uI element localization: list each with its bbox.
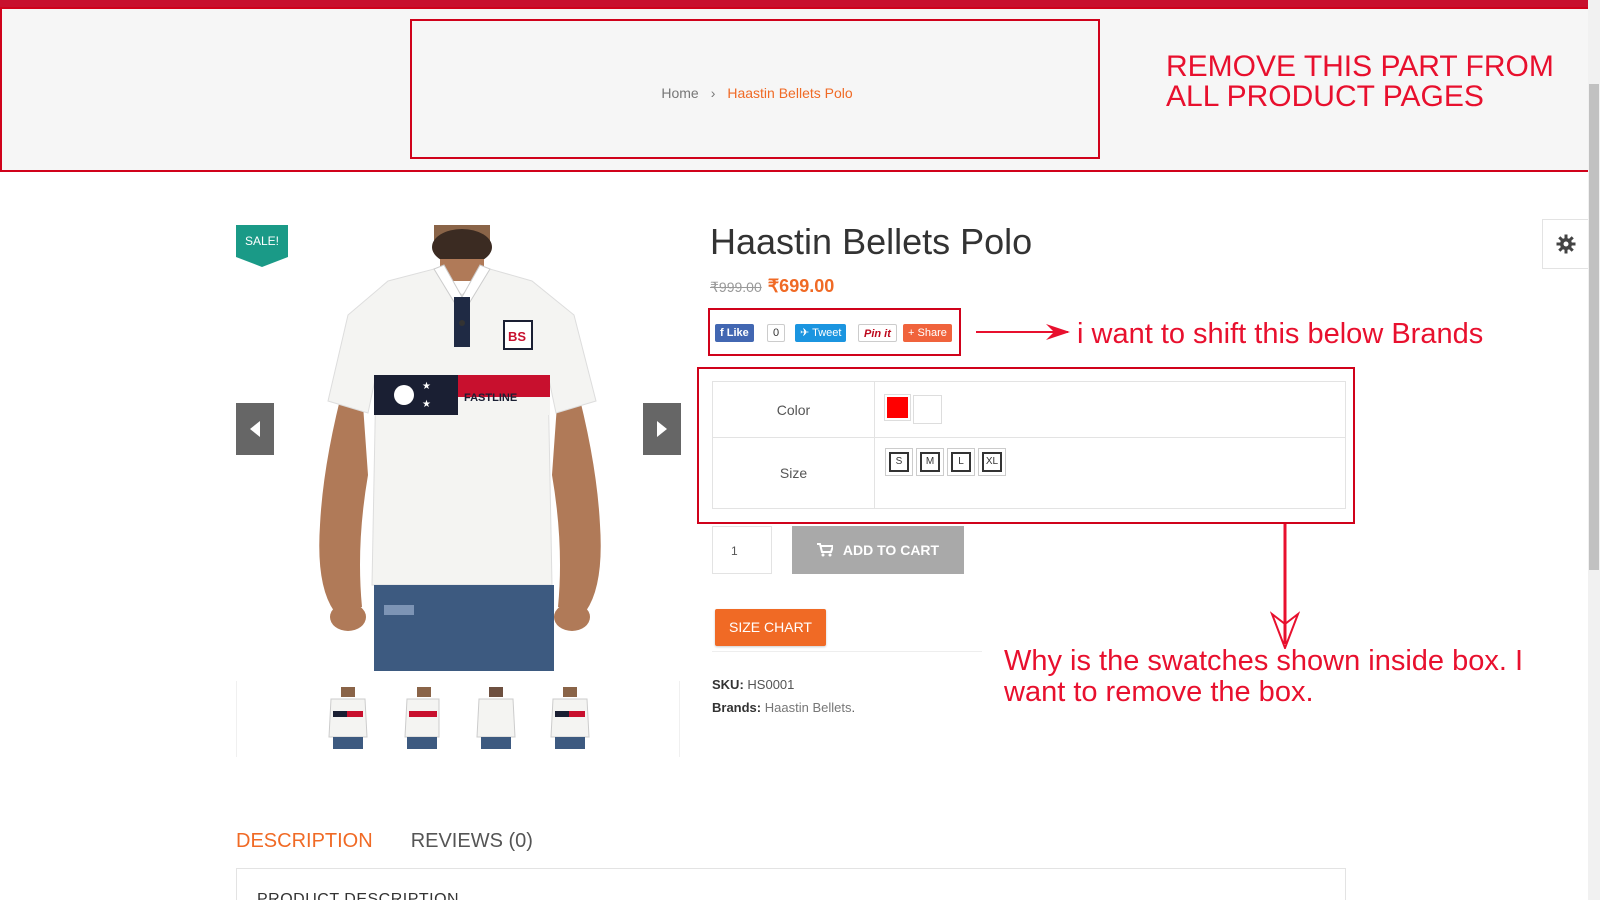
size-chart-button[interactable]: SIZE CHART (715, 609, 826, 646)
tweet-label: Tweet (812, 327, 842, 339)
price-regular: ₹999.00 (710, 279, 762, 295)
thumbnail[interactable] (547, 685, 593, 749)
product-price: ₹999.00 ₹699.00 (710, 276, 834, 297)
price-sale: ₹699.00 (767, 276, 835, 296)
breadcrumb-current: Haastin Bellets Polo (727, 85, 853, 101)
description-heading: PRODUCT DESCRIPTION (257, 891, 460, 900)
annotation-box-breadcrumb: Home › Haastin Bellets Polo (410, 19, 1100, 159)
product-main-image[interactable]: FASTLINE ★ ★ BS (304, 225, 616, 671)
size-swatch-label: M (920, 452, 940, 472)
chevron-left-icon (250, 421, 260, 437)
sale-badge-tip (236, 257, 288, 267)
annotation-shift-text: i want to shift this below Brands (1077, 318, 1484, 350)
svg-text:★: ★ (422, 399, 431, 410)
divider (712, 651, 982, 652)
thumbnail[interactable] (473, 685, 519, 749)
facebook-like-count: 0 (767, 324, 786, 342)
chevron-right-icon (657, 421, 667, 437)
product-meta: SKU: HS0001 Brands: Haastin Bellets. (712, 673, 855, 719)
tab-description[interactable]: DESCRIPTION (236, 830, 373, 852)
twitter-icon: ✈ (800, 327, 810, 339)
pinterest-pin-button[interactable]: Pin it (858, 324, 897, 342)
variation-row-color: Color (712, 381, 1346, 438)
brand-suffix: . (851, 700, 856, 715)
cart-icon (816, 543, 833, 557)
gallery-next-button[interactable] (643, 403, 681, 455)
annotation-remove-text: REMOVE THIS PART FROM ALL PRODUCT PAGES (1166, 50, 1554, 113)
settings-button[interactable] (1542, 219, 1588, 269)
add-to-cart-button[interactable]: ADD TO CART (792, 526, 964, 574)
sku-label: SKU: (712, 677, 744, 692)
thumbnail[interactable] (399, 685, 445, 749)
share-label: Share (917, 327, 947, 339)
tab-reviews[interactable]: REVIEWS (0) (411, 830, 533, 852)
color-label: Color (712, 381, 875, 438)
quantity-input[interactable]: 1 (712, 526, 772, 574)
svg-text:★: ★ (422, 381, 431, 392)
size-swatch-m[interactable]: M (916, 448, 944, 476)
annotation-box-social: f Like 0 ✈ Tweet Pin it + Share (708, 308, 961, 356)
facebook-like-label: Like (726, 327, 749, 339)
breadcrumb-separator: › (710, 85, 716, 101)
size-swatch-label: XL (982, 452, 1002, 472)
product-tabs: DESCRIPTION REVIEWS (0) (236, 830, 571, 853)
breadcrumb-home[interactable]: Home (661, 85, 698, 101)
size-swatch-label: L (951, 452, 971, 472)
color-swatches (874, 381, 1346, 438)
color-swatch-white[interactable] (913, 395, 942, 424)
share-button[interactable]: + Share (903, 324, 952, 342)
annotation-swatches-text: Why is the swatches shown inside box. I … (1004, 645, 1524, 708)
top-strip (0, 0, 1600, 7)
size-swatch-label: S (889, 452, 909, 472)
size-swatch-s[interactable]: S (885, 448, 913, 476)
size-swatches: S M L XL (874, 437, 1346, 509)
twitter-tweet-button[interactable]: ✈ Tweet (795, 324, 847, 342)
sale-badge: SALE! (236, 225, 288, 257)
shirt-print-text: FASTLINE (464, 392, 517, 404)
breadcrumb: Home › Haastin Bellets Polo (412, 85, 1102, 101)
gallery-prev-button[interactable] (236, 403, 274, 455)
variations-table: Color Size S M L XL (712, 381, 1346, 509)
color-swatch-red[interactable] (884, 394, 911, 421)
facebook-like-button[interactable]: f Like (715, 324, 754, 342)
product-title: Haastin Bellets Polo (710, 221, 1033, 262)
thumbnail-strip (236, 681, 680, 757)
shirt-logo-text: BS (508, 329, 526, 344)
sku-value: HS0001 (747, 677, 795, 692)
brands-row: Brands: Haastin Bellets. (712, 696, 855, 719)
facebook-icon: f (720, 327, 724, 339)
size-label: Size (712, 437, 875, 509)
add-to-cart-label: ADD TO CART (842, 542, 940, 558)
annotation-arrow-down-icon (1270, 524, 1300, 649)
gear-icon (1556, 234, 1575, 254)
size-swatch-l[interactable]: L (947, 448, 975, 476)
plus-icon: + (908, 327, 915, 339)
tab-panel: PRODUCT DESCRIPTION (236, 868, 1346, 900)
sku-row: SKU: HS0001 (712, 673, 855, 696)
annotation-arrow-right-icon (976, 324, 1070, 340)
brands-label: Brands: (712, 700, 762, 715)
size-swatch-xl[interactable]: XL (978, 448, 1006, 476)
scrollbar-thumb[interactable] (1589, 84, 1599, 570)
thumbnail[interactable] (325, 685, 371, 749)
brand-link[interactable]: Haastin Bellets (765, 700, 852, 715)
variation-row-size: Size S M L XL (712, 437, 1346, 509)
product-gallery: FASTLINE ★ ★ BS (236, 225, 681, 757)
